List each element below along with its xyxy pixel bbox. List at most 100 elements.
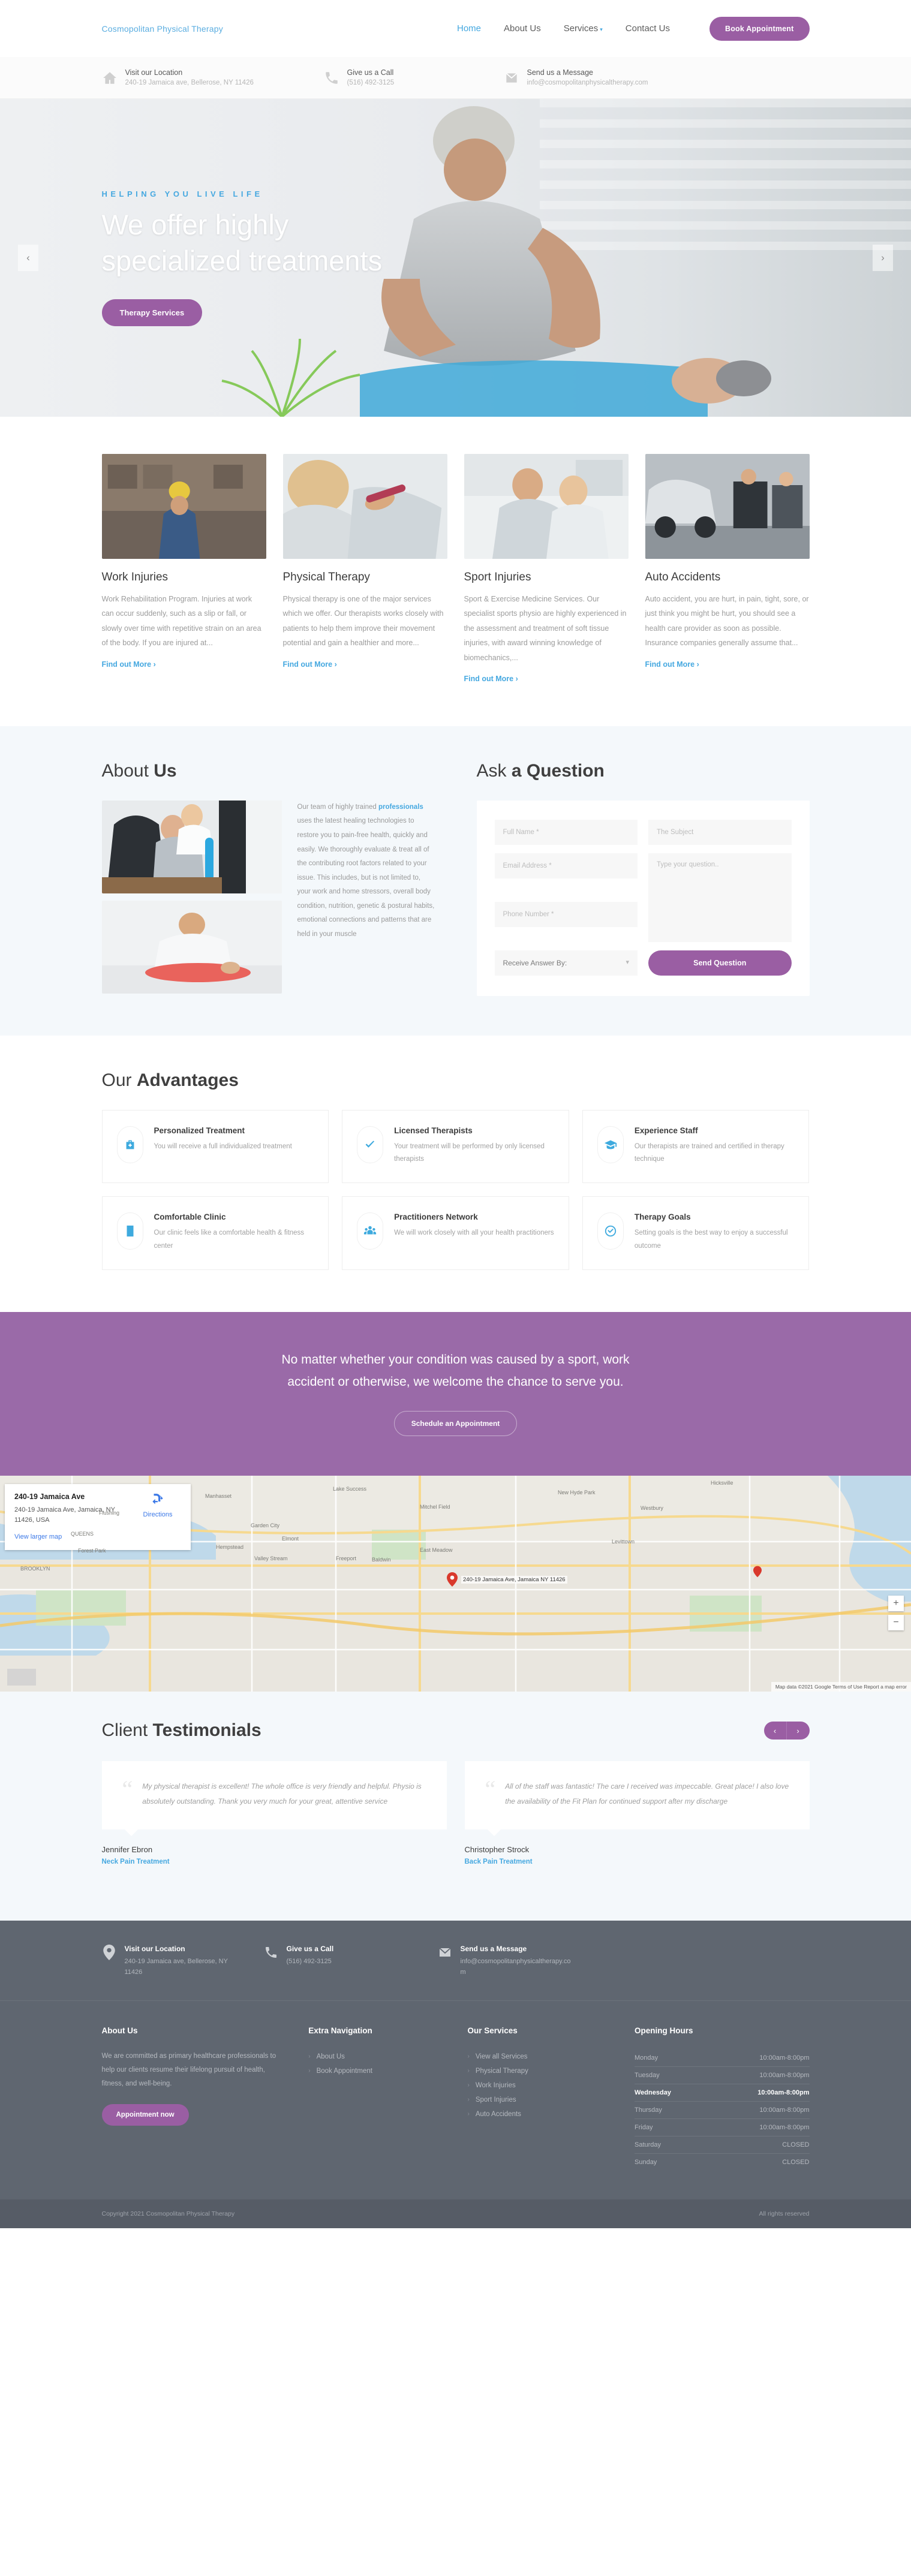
full-name-input[interactable]	[494, 819, 638, 845]
map-place-label: Forest Park	[78, 1548, 106, 1554]
subject-input[interactable]	[648, 819, 792, 845]
advantage-text: Your treatment will be performed by only…	[394, 1142, 545, 1163]
testimonial-prev-button[interactable]: ‹	[763, 1722, 787, 1740]
hero-title: We offer highly specialized treatments	[102, 207, 486, 279]
map-zoom-out-button[interactable]: −	[888, 1615, 904, 1631]
schedule-appointment-button[interactable]: Schedule an Appointment	[393, 1411, 518, 1437]
contact-location-title: Visit our Location	[125, 68, 183, 77]
footer-extra-nav-column: Extra Navigation › About Us › Book Appoint…	[308, 2026, 443, 2171]
testimonial-next-button[interactable]: ›	[786, 1722, 810, 1740]
footer-location: Visit our Location 240-19 Jamaica ave, B…	[102, 1944, 264, 1978]
footer-link-view-all-services[interactable]: › View all Services	[468, 2050, 611, 2064]
question-textarea[interactable]	[648, 853, 792, 942]
footer-link-about-us[interactable]: › About Us	[308, 2050, 443, 2064]
advantage-card: Practitioners Network We will work close…	[342, 1196, 569, 1270]
contact-strip: Visit our Location 240-19 Jamaica ave, B…	[0, 57, 911, 99]
footer-extra-nav-heading: Extra Navigation	[308, 2026, 372, 2035]
footer-phone: Give us a Call (516) 492-3125	[264, 1945, 438, 1978]
service-image-auto-accidents	[645, 454, 810, 559]
map-card-title: 240-19 Jamaica Ave	[14, 1492, 85, 1501]
contact-email: Send us a Message info@cosmopolitanphysi…	[504, 67, 648, 89]
service-card[interactable]: Auto Accidents Auto accident, you are hu…	[645, 454, 810, 684]
footer-link-sport-injuries[interactable]: › Sport Injuries	[468, 2093, 611, 2107]
footer-opening-hours-column: Opening Hours Monday 10:00am-8:00pm Tuesd…	[635, 2026, 810, 2171]
send-question-button[interactable]: Send Question	[648, 950, 792, 976]
footer-link-book-appointment[interactable]: › Book Appointment	[308, 2064, 443, 2078]
footer-link-auto-accidents[interactable]: › Auto Accidents	[468, 2107, 611, 2121]
about-image-2	[101, 900, 282, 994]
book-appointment-button[interactable]: Book Appointment	[709, 16, 810, 41]
map-directions-button[interactable]: Directions	[134, 1492, 181, 1540]
map-section[interactable]: 240-19 Jamaica Ave 240-19 Jamaica Ave, J…	[0, 1476, 911, 1692]
chevron-right-icon: ›	[467, 2053, 470, 2060]
testimonial-quote: All of the staff was fantastic! The care…	[505, 1782, 789, 1806]
receive-answer-by-select[interactable]: Receive Answer By:	[494, 950, 638, 976]
service-find-out-more-link[interactable]: Find out More ›	[645, 660, 699, 669]
nav-item-home[interactable]: Home	[457, 23, 481, 34]
graduation-cap-icon	[597, 1126, 624, 1163]
advantage-text: You will receive a full individualized t…	[154, 1142, 292, 1150]
phone-input[interactable]	[494, 901, 638, 927]
appointment-now-button[interactable]: Appointment now	[101, 2103, 189, 2126]
footer-services-heading: Our Services	[467, 2026, 518, 2035]
chevron-right-icon: ›	[308, 2067, 311, 2074]
cta-line-2: accident or otherwise, we welcome the ch…	[287, 1374, 624, 1389]
service-find-out-more-link[interactable]: Find out More ›	[102, 660, 156, 669]
testimonials-section: Client Testimonials ‹ › “ My physical th…	[0, 1692, 911, 1921]
google-watermark	[7, 1669, 36, 1686]
map-marker-secondary[interactable]	[753, 1566, 762, 1578]
hours-row: Monday 10:00am-8:00pm	[635, 2050, 810, 2067]
map-place-label: BROOKLYN	[20, 1566, 50, 1572]
service-card[interactable]: Sport Injuries Sport & Exercise Medicine…	[464, 454, 629, 684]
therapy-services-button[interactable]: Therapy Services	[101, 299, 203, 327]
footer-email-title: Send us a Message	[460, 1944, 527, 1953]
contact-email-value: info@cosmopolitanphysicaltherapy.com	[527, 79, 648, 87]
map-place-label: Westbury	[641, 1505, 663, 1512]
chevron-down-icon: ▾	[600, 26, 603, 32]
map-place-label: Flushing	[99, 1510, 120, 1516]
chevron-right-icon: ›	[467, 2110, 470, 2117]
testimonial-bubble: “ All of the staff was fantastic! The ca…	[464, 1761, 810, 1836]
nav-item-about-us[interactable]: About Us	[504, 23, 541, 34]
about-us-block: About Us Our team of highly trained prof…	[101, 760, 435, 996]
service-title: Auto Accidents	[645, 571, 721, 583]
mail-icon	[506, 73, 517, 83]
nav-item-services[interactable]: Services ▾	[564, 23, 603, 34]
service-find-out-more-link[interactable]: Find out More ›	[283, 660, 337, 669]
footer-link-work-injuries[interactable]: › Work Injuries	[468, 2078, 611, 2093]
hero-slider: HELPING YOU LIVE LIFE We offer highly sp…	[0, 99, 911, 417]
advantage-card: Experience Staff Our therapists are trai…	[582, 1109, 810, 1184]
service-image-work-injuries	[101, 454, 266, 559]
nav-item-contact-us[interactable]: Contact Us	[626, 23, 670, 34]
advantages-section: Our Advantages Personalized Treatment Yo…	[0, 1035, 911, 1312]
footer-link-physical-therapy[interactable]: › Physical Therapy	[468, 2064, 611, 2078]
contact-phone-value: (516) 492-3125	[347, 79, 395, 87]
testimonials-heading: Client Testimonials	[101, 1720, 261, 1741]
building-icon	[116, 1212, 143, 1250]
about-us-heading: About Us	[101, 760, 177, 781]
site-logo[interactable]: Cosmopolitan Physical Therapy	[102, 24, 223, 34]
service-card[interactable]: Work Injuries Work Rehabilitation Progra…	[101, 454, 266, 684]
advantages-heading: Our Advantages	[101, 1070, 239, 1090]
service-find-out-more-link[interactable]: Find out More ›	[464, 675, 518, 683]
email-input[interactable]	[494, 853, 638, 878]
service-title: Physical Therapy	[282, 571, 370, 583]
services-grid: Work Injuries Work Rehabilitation Progra…	[101, 454, 810, 684]
service-card[interactable]: Physical Therapy Physical therapy is one…	[282, 454, 447, 684]
map-marker-primary[interactable]: 240-19 Jamaica Ave, Jamaica NY 11426	[447, 1572, 567, 1587]
hours-row: Sunday CLOSED	[635, 2158, 810, 2166]
check-circle-icon	[597, 1212, 624, 1250]
hero-prev-arrow[interactable]: ‹	[18, 245, 38, 271]
ask-question-form: Receive Answer By: Send Question	[476, 800, 810, 996]
map-place-label: Elmont	[282, 1536, 299, 1542]
map-zoom-in-button[interactable]: +	[888, 1596, 904, 1612]
service-text: Work Rehabilitation Program. Injuries at…	[101, 595, 261, 648]
location-pin-icon	[447, 1572, 458, 1587]
footer-bottom-bar: Copyright 2021 Cosmopolitan Physical The…	[0, 2199, 911, 2228]
directions-label: Directions	[143, 1511, 173, 1519]
hero-next-arrow[interactable]: ›	[873, 245, 893, 271]
advantage-card: Therapy Goals Setting goals is the best …	[582, 1196, 810, 1270]
ask-heading: Ask a Question	[476, 760, 605, 781]
testimonial-quote: My physical therapist is excellent! The …	[142, 1782, 422, 1806]
map-place-label: Hempstead	[216, 1544, 244, 1551]
